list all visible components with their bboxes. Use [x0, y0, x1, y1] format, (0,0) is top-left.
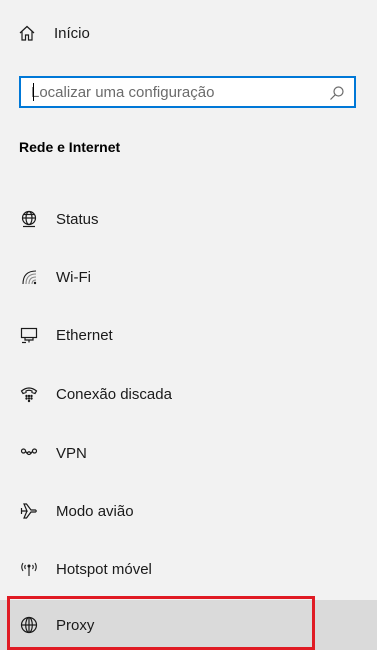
search-icon[interactable]	[329, 85, 345, 101]
nav-item-label: Hotspot móvel	[56, 560, 152, 578]
globe-status-icon	[18, 208, 40, 230]
nav-item-airplane-mode[interactable]: Modo avião	[0, 487, 377, 535]
nav-item-label: Proxy	[56, 616, 95, 634]
nav-item-label: Wi-Fi	[56, 268, 91, 286]
dialup-phone-icon	[18, 383, 40, 405]
nav-item-dialup[interactable]: Conexão discada	[0, 370, 377, 418]
home-icon	[16, 22, 38, 44]
nav-item-label: Status	[56, 210, 99, 228]
nav-item-label: Conexão discada	[56, 385, 172, 403]
hotspot-icon	[18, 558, 40, 580]
nav-item-proxy[interactable]: Proxy	[0, 600, 377, 650]
vpn-icon	[18, 442, 40, 464]
text-caret	[33, 83, 34, 101]
nav-item-wifi[interactable]: Wi-Fi	[0, 253, 377, 301]
nav-item-ethernet[interactable]: Ethernet	[0, 311, 377, 359]
home-label: Início	[54, 24, 90, 42]
wifi-icon	[18, 266, 40, 288]
nav-item-label: Modo avião	[56, 502, 134, 520]
section-title: Rede e Internet	[19, 139, 121, 155]
search-input[interactable]	[21, 79, 321, 105]
nav-item-mobile-hotspot[interactable]: Hotspot móvel	[0, 545, 377, 593]
nav-item-status[interactable]: Status	[0, 195, 377, 243]
globe-icon	[18, 614, 40, 636]
nav-item-label: Ethernet	[56, 326, 113, 344]
search-box[interactable]	[19, 76, 356, 108]
nav-item-vpn[interactable]: VPN	[0, 429, 377, 477]
nav-item-label: VPN	[56, 444, 87, 462]
ethernet-icon	[18, 324, 40, 346]
airplane-icon	[18, 500, 40, 522]
home-nav-item[interactable]: Início	[0, 12, 377, 54]
settings-nav-pane: Início Rede e Internet Status	[0, 0, 377, 650]
